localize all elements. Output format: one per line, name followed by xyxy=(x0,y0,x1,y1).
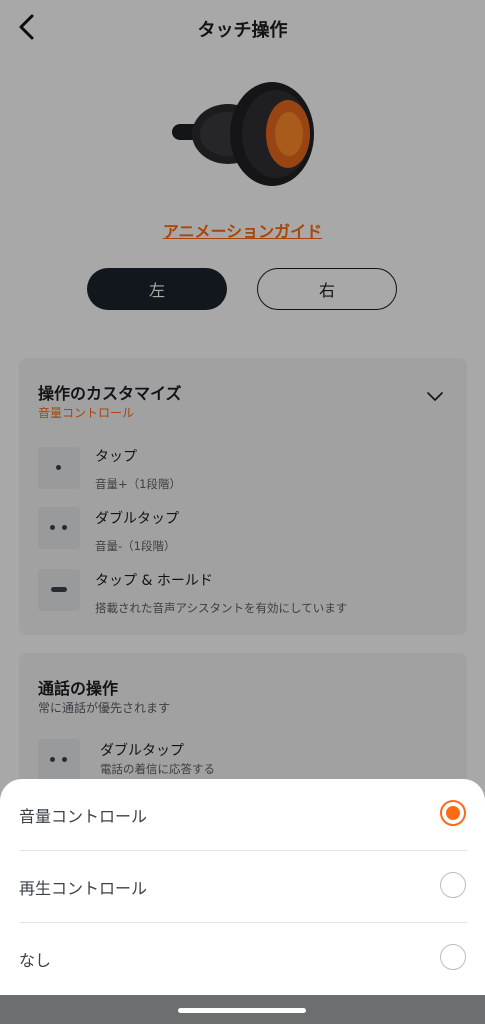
bottom-sheet: 音量コントロール 再生コントロール なし xyxy=(0,779,485,1024)
option-none[interactable]: なし xyxy=(0,923,485,995)
radio-unselected-icon[interactable] xyxy=(440,944,466,970)
option-label: 再生コントロール xyxy=(19,879,148,898)
radio-unselected-icon[interactable] xyxy=(440,872,466,898)
option-volume-control[interactable]: 音量コントロール xyxy=(0,779,485,851)
option-playback-control[interactable]: 再生コントロール xyxy=(0,851,485,923)
option-label: なし xyxy=(19,951,52,970)
option-label: 音量コントロール xyxy=(19,807,148,826)
radio-selected-icon[interactable] xyxy=(440,800,466,826)
home-indicator[interactable] xyxy=(178,1008,306,1013)
